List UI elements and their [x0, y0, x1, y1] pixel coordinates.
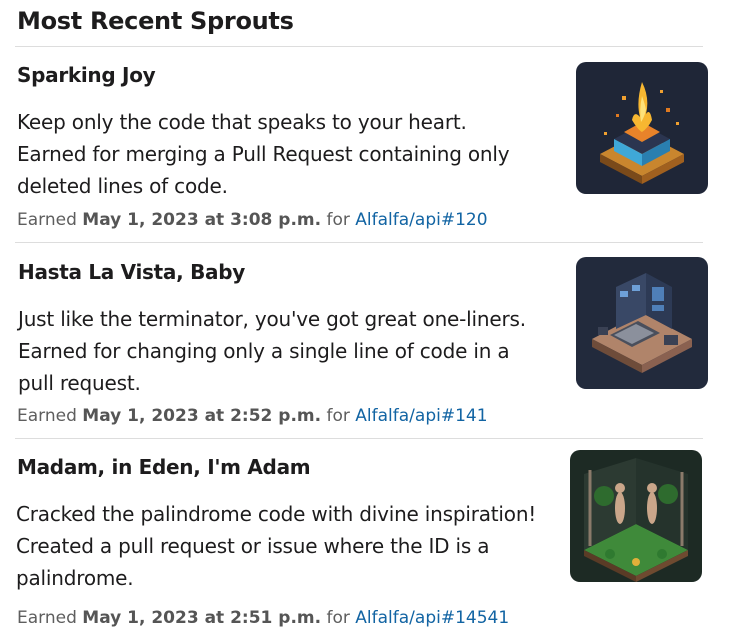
description-line: Just like the terminator, you've got gre… [18, 307, 526, 331]
pull-request-link[interactable]: Alfalfa/api#120 [355, 210, 487, 230]
pull-request-link[interactable]: Alfalfa/api#141 [355, 406, 487, 426]
description-line: Earned for changing only a single line o… [18, 339, 510, 363]
divider [15, 438, 703, 439]
divider [15, 46, 703, 47]
earned-date: May 1, 2023 at 3:08 p.m. [82, 210, 322, 230]
sprout-description: Keep only the code that speaks to your h… [17, 106, 510, 202]
description-line: palindrome. [16, 566, 134, 590]
description-line: Earned for merging a Pull Request contai… [17, 142, 510, 166]
sprout-title: Madam, in Eden, I'm Adam [17, 455, 311, 479]
page-title: Most Recent Sprouts [17, 7, 294, 35]
description-line: deleted lines of code. [17, 174, 228, 198]
divider [15, 242, 703, 243]
earned-date: May 1, 2023 at 2:52 p.m. [82, 406, 322, 426]
for-label: for [326, 210, 350, 230]
sprout-description: Just like the terminator, you've got gre… [18, 303, 526, 399]
sprout-description: Cracked the palindrome code with divine … [16, 498, 536, 594]
earned-label: Earned [17, 608, 77, 628]
pull-request-link[interactable]: Alfalfa/api#14541 [355, 608, 509, 628]
earned-date: May 1, 2023 at 2:51 p.m. [82, 608, 322, 628]
garden-of-eden-illustration-icon [570, 450, 702, 582]
earned-info: Earned May 1, 2023 at 3:08 p.m. for Alfa… [17, 210, 488, 230]
description-line: Cracked the palindrome code with divine … [16, 502, 537, 526]
description-line: Keep only the code that speaks to your h… [17, 110, 467, 134]
description-line: pull request. [18, 371, 141, 395]
for-label: for [326, 406, 350, 426]
isometric-computer-illustration-icon [576, 257, 708, 389]
sprout-title: Hasta La Vista, Baby [18, 260, 245, 284]
earned-label: Earned [17, 210, 77, 230]
for-label: for [326, 608, 350, 628]
burning-cube-illustration-icon [576, 62, 708, 194]
description-line: Created a pull request or issue where th… [16, 534, 490, 558]
sprout-title: Sparking Joy [17, 63, 156, 87]
earned-info: Earned May 1, 2023 at 2:51 p.m. for Alfa… [17, 608, 509, 628]
earned-info: Earned May 1, 2023 at 2:52 p.m. for Alfa… [17, 406, 488, 426]
earned-label: Earned [17, 406, 77, 426]
